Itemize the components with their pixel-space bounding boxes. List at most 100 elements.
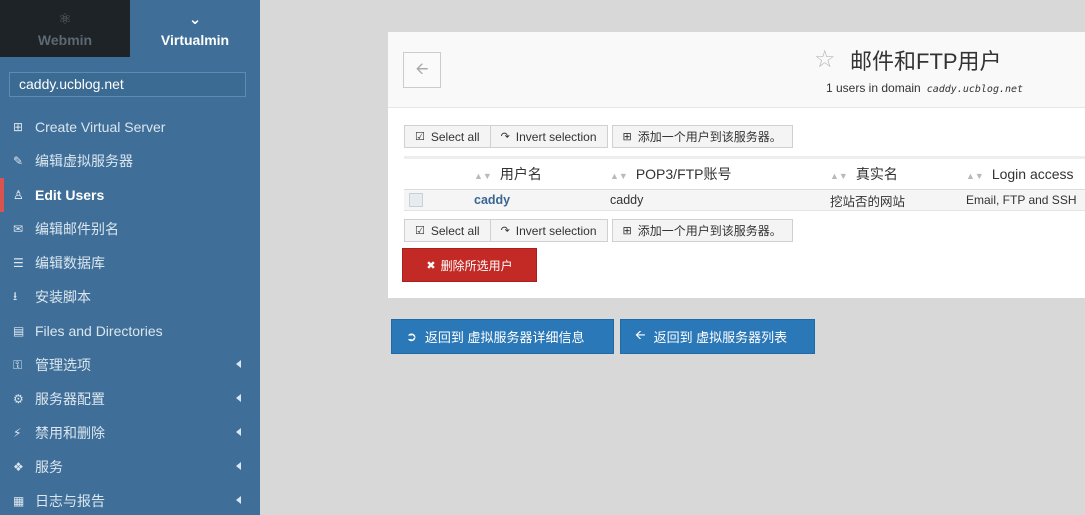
- domain-select[interactable]: caddy.ucblog.net: [9, 72, 246, 97]
- database-icon: ☰: [13, 256, 24, 270]
- webmin-gear-icon: ⚛: [58, 10, 72, 28]
- check-square-icon: ☑: [415, 225, 425, 237]
- page-subtitle: 1 users in domain caddy.ucblog.net: [826, 81, 1023, 95]
- username-link[interactable]: caddy: [474, 193, 510, 207]
- sidebar-item-label: 服务: [35, 459, 63, 475]
- column-label: 用户名: [499, 166, 542, 182]
- sort-icon: ▲▼: [830, 171, 848, 181]
- real-name-cell: 挖站否的网站: [830, 189, 966, 211]
- row-select-cell: [404, 189, 474, 211]
- sidebar-item-label: 服务器配置: [35, 391, 105, 407]
- caret-left-icon: [236, 462, 241, 470]
- back-server-details-label: 返回到 虚拟服务器详细信息: [424, 330, 585, 345]
- row-checkbox[interactable]: [409, 193, 423, 208]
- column-label: Login access: [991, 166, 1074, 182]
- folder-icon: ▤: [13, 324, 25, 338]
- user-times-icon: ✖: [426, 259, 436, 272]
- envelope-icon: ✉: [13, 222, 24, 236]
- sidebar-item-label: 编辑数据库: [35, 255, 105, 271]
- sidebar-item-label: Create Virtual Server: [35, 119, 166, 135]
- share-square-icon: ↷: [500, 131, 510, 143]
- select-all-button[interactable]: ☑ Select all: [404, 219, 491, 242]
- subtitle-domain: caddy.ucblog.net: [926, 84, 1024, 95]
- sidebar-item-label: 编辑邮件别名: [35, 221, 119, 237]
- bottom-action-row: ☑ Select all ↷ Invert selection ⊞ 添加一个用户到该服…: [404, 219, 793, 242]
- sort-icon: ▲▼: [610, 171, 628, 181]
- add-user-label: 添加一个用户到该服务器。: [637, 224, 782, 238]
- virtualmin-tab[interactable]: ⌄ Virtualmin: [130, 0, 260, 57]
- sidebar-item-create-virtual-server[interactable]: ⊞ Create Virtual Server: [0, 110, 260, 144]
- webmin-tab-label: Webmin: [37, 31, 93, 48]
- column-header-account[interactable]: ▲▼ POP3/FTP账号: [610, 156, 830, 190]
- select-all-label: Select all: [430, 129, 480, 144]
- delete-selected-users-button[interactable]: ✖ 删除所选用户: [402, 248, 537, 282]
- sort-icon: ▲▼: [966, 171, 984, 181]
- username-cell: caddy: [474, 189, 610, 211]
- sidebar-item-server-configuration[interactable]: ⚙ 服务器配置: [0, 382, 260, 416]
- subtitle-text: 1 users in domain: [826, 81, 921, 95]
- users-panel: 🡨 ☆ 邮件和FTP用户 1 users in domain caddy.ucbl…: [388, 32, 1085, 298]
- sidebar-item-admin-options[interactable]: ⚿ 管理选项: [0, 348, 260, 382]
- sidebar-item-label: 日志与报告: [35, 493, 105, 509]
- puzzle-icon: ❖: [13, 460, 24, 474]
- sort-icon: ▲▼: [474, 171, 492, 181]
- add-user-button[interactable]: ⊞ 添加一个用户到该服务器。: [611, 125, 793, 148]
- circle-arrow-left-icon: ➲: [406, 328, 417, 344]
- add-user-label: 添加一个用户到该服务器。: [637, 130, 782, 144]
- invert-selection-button[interactable]: ↷ Invert selection: [489, 125, 608, 148]
- sidebar-item-logs-and-reports[interactable]: ▦ 日志与报告: [0, 484, 260, 515]
- caret-left-icon: [236, 496, 241, 504]
- plus-square-icon: ⊞: [622, 131, 632, 143]
- caret-left-icon: [236, 394, 241, 402]
- users-icon: ♙: [13, 188, 24, 202]
- cogs-icon: ⚙: [13, 392, 24, 406]
- table-row: caddy caddy 挖站否的网站 Email, FTP and SSH: [404, 189, 1085, 211]
- sidebar-item-edit-users[interactable]: ♙ Edit Users: [0, 178, 260, 212]
- column-header-login-access[interactable]: ▲▼ Login access: [966, 156, 1085, 190]
- sidebar: ⚛ Webmin ⌄ Virtualmin caddy.ucblog.net ⊞…: [0, 0, 260, 515]
- invert-selection-label: Invert selection: [515, 223, 597, 238]
- star-icon[interactable]: ☆: [814, 47, 836, 73]
- select-all-button[interactable]: ☑ Select all: [404, 125, 491, 148]
- sidebar-item-services[interactable]: ❖ 服务: [0, 450, 260, 484]
- virtualmin-tab-label: Virtualmin: [160, 31, 230, 48]
- add-user-button[interactable]: ⊞ 添加一个用户到该服务器。: [611, 219, 793, 242]
- top-action-row: ☑ Select all ↷ Invert selection ⊞ 添加一个用户到该服…: [404, 125, 793, 148]
- sidebar-item-edit-mail-aliases[interactable]: ✉ 编辑邮件别名: [0, 212, 260, 246]
- sidebar-item-label: Edit Users: [35, 187, 105, 203]
- key-icon: ⚿: [13, 357, 23, 372]
- sidebar-item-label: 管理选项: [35, 357, 91, 373]
- sidebar-item-files-and-directories[interactable]: ▤ Files and Directories: [0, 314, 260, 348]
- column-label: POP3/FTP账号: [635, 166, 732, 182]
- page-title: 邮件和FTP用户: [850, 49, 1002, 74]
- sidebar-item-edit-databases[interactable]: ☰ 编辑数据库: [0, 246, 260, 280]
- share-square-icon: ↷: [500, 225, 510, 237]
- arrow-left-icon: 🡨: [635, 326, 646, 342]
- column-label: 真实名: [855, 166, 898, 182]
- back-to-server-details-button[interactable]: ➲ 返回到 虚拟服务器详细信息: [391, 319, 614, 354]
- users-table: ▲▼ 用户名 ▲▼ POP3/FTP账号 ▲▼ 真实名 ▲▼ Login access …: [404, 156, 1085, 211]
- select-column-header: [404, 156, 474, 190]
- sidebar-item-disable-and-delete[interactable]: ⚡ 禁用和删除: [0, 416, 260, 450]
- sidebar-item-edit-virtual-server[interactable]: ✎ 编辑虚拟服务器: [0, 144, 260, 178]
- sidebar-item-label: Files and Directories: [35, 323, 163, 339]
- plug-icon: ⚡: [13, 426, 22, 440]
- webmin-tab[interactable]: ⚛ Webmin: [0, 0, 130, 57]
- sidebar-item-label: 禁用和删除: [35, 425, 105, 441]
- back-to-server-list-button[interactable]: 🡨 返回到 虚拟服务器列表: [620, 319, 815, 354]
- column-header-real-name[interactable]: ▲▼ 真实名: [830, 156, 966, 190]
- sidebar-item-install-scripts[interactable]: ⭳ 安装脚本: [0, 280, 260, 314]
- select-all-label: Select all: [430, 223, 480, 238]
- plus-square-icon: ⊞: [13, 120, 24, 134]
- sidebar-item-label: 编辑虚拟服务器: [35, 153, 133, 169]
- column-header-username[interactable]: ▲▼ 用户名: [474, 156, 610, 190]
- panel-header: 🡨 ☆ 邮件和FTP用户 1 users in domain caddy.ucbl…: [388, 32, 1085, 108]
- caret-left-icon: [236, 360, 241, 368]
- sidebar-menu: ⊞ Create Virtual Server ✎ 编辑虚拟服务器 ♙ Edit…: [0, 110, 260, 515]
- invert-selection-button[interactable]: ↷ Invert selection: [489, 219, 608, 242]
- arrow-left-icon: 🡨: [415, 61, 429, 78]
- login-access-cell: Email, FTP and SSH: [966, 189, 1085, 211]
- back-button[interactable]: 🡨: [403, 52, 441, 88]
- caret-left-icon: [236, 428, 241, 436]
- check-square-icon: ☑: [415, 131, 425, 143]
